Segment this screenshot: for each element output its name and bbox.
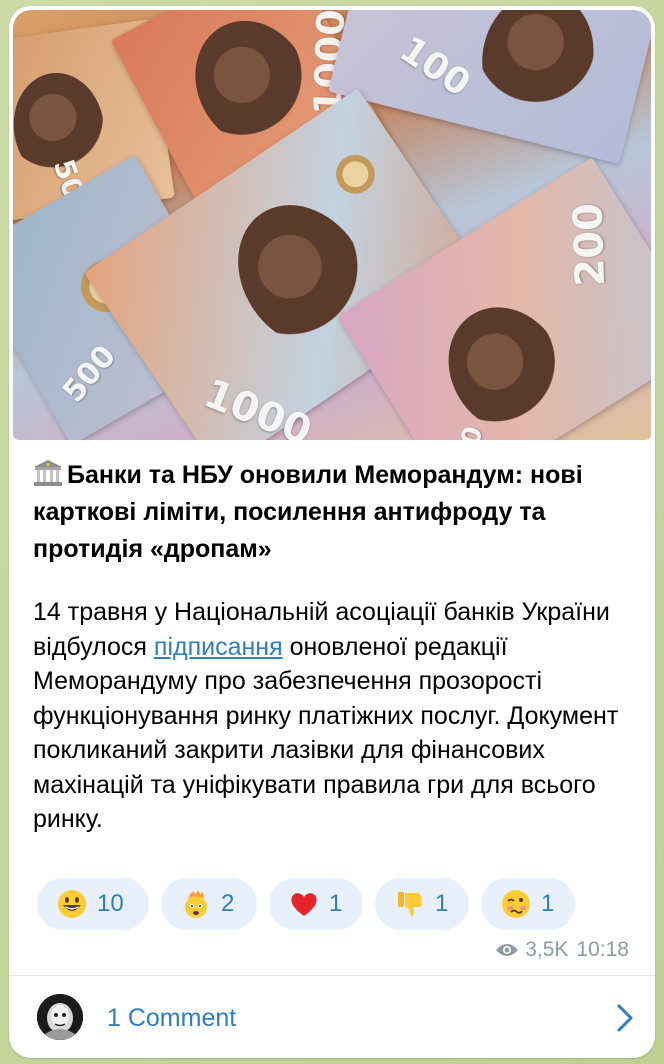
exploding-head-icon (185, 890, 207, 918)
bank-icon (34, 460, 62, 486)
post-time: 10:18 (576, 938, 629, 961)
thumbs-down-icon (398, 892, 422, 917)
post-body: 14 травня у Національній асоціації банкі… (33, 595, 641, 837)
chevron-right-icon (617, 1004, 633, 1032)
post-title: Банки та НБУ оновили Меморандум: нові ка… (33, 457, 633, 568)
red-heart-icon (291, 893, 317, 916)
banknote-numeral: 200 (444, 423, 489, 440)
avatar (37, 994, 83, 1040)
post-body-text-continued: оновленої редакції Меморандуму про забез… (33, 632, 619, 834)
reaction-count: 1 (329, 890, 343, 917)
reaction-thumbs-down[interactable]: 1 (375, 878, 469, 930)
post-title-text: Банки та НБУ оновили Меморандум: нові ка… (33, 461, 583, 563)
reaction-woozy[interactable]: 1 (481, 878, 575, 930)
reaction-count: 1 (541, 890, 555, 917)
banknote-numeral: 200 (565, 202, 615, 288)
comments-label: 1 Comment (107, 1004, 237, 1032)
reaction-exploding-head[interactable]: 2 (161, 878, 257, 930)
post-photo[interactable]: 500 1000 100 500 1000 200 200 (13, 10, 651, 440)
reaction-count: 2 (221, 890, 235, 917)
reaction-count: 10 (97, 890, 124, 917)
view-count: 3,5K (525, 938, 569, 961)
comments-button[interactable]: 1 Comment (9, 976, 655, 1058)
banknote-numeral: 100 (392, 28, 478, 105)
banknote-numeral: 500 (56, 338, 124, 410)
banknote-numeral: 1000 (197, 370, 318, 440)
post-meta: 3,5K 10:18 (495, 938, 629, 962)
channel-post[interactable]: 500 1000 100 500 1000 200 200 (9, 6, 655, 1058)
eye-icon (496, 944, 519, 956)
reaction-heart[interactable]: 1 (269, 878, 363, 930)
commenter-avatar-icon (37, 994, 83, 1040)
woozy-face-icon (502, 890, 530, 918)
reaction-grinning[interactable]: 10 (37, 878, 149, 930)
grinning-face-icon (58, 890, 86, 918)
signing-link[interactable]: підписання (154, 633, 283, 661)
reaction-count: 1 (435, 890, 449, 917)
